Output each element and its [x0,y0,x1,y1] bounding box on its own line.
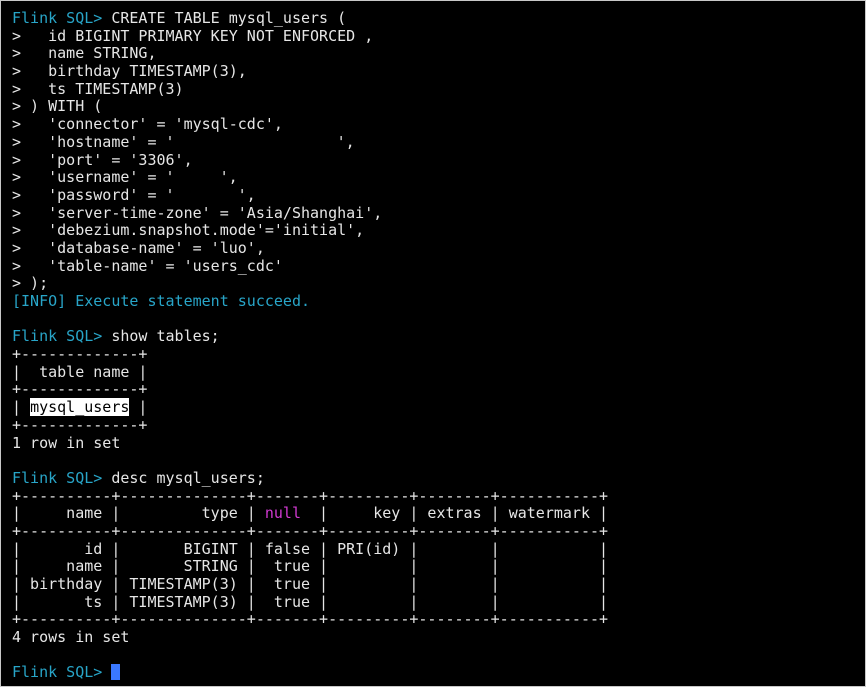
terminal-line: +----------+--------------+-------+-----… [12,521,609,541]
terminal-line: +----------+--------------+-------+-----… [12,611,608,629]
line-text: ', [219,168,238,187]
terminal-line: | birthday | TIMESTAMP(3) | true | | | | [12,575,609,594]
line-text: +----------+--------------+-------+-----… [12,486,609,505]
line-text: | name | type | [12,504,265,523]
line-text: > id BIGINT PRIMARY KEY NOT ENFORCED , [12,26,374,45]
line-text: 1 row in set [12,433,121,452]
terminal-line: > 'hostname' = ' ', [12,132,608,152]
prompt-label: Flink SQL> [12,327,103,346]
line-text [102,663,111,681]
line-text: ', [336,132,355,151]
line-text: > 'connector' = 'mysql-cdc', [12,115,283,134]
line-text: > name STRING, [12,44,157,63]
terminal-line: | ts | TIMESTAMP(3) | true | | | | [12,592,609,612]
terminal-line: > 'connector' = 'mysql-cdc', [12,115,608,134]
terminal-line: Flink SQL> desc mysql_users; [12,468,608,488]
line-text: | name | STRING | true | | | | [12,557,609,576]
terminal-line: 1 row in set [12,433,608,453]
terminal-line: > birthday TIMESTAMP(3), [12,62,608,81]
line-text: desc mysql_users; [102,468,265,487]
line-text: > 'table-name' = 'users_cdc' [12,256,283,275]
terminal-line: | name | STRING | true | | | | [12,557,609,576]
terminal-line: > ts TIMESTAMP(3) [12,79,608,99]
line-text: > 'server-time-zone' = 'Asia/Shanghai', [12,203,383,222]
prompt-label: Flink SQL> [12,9,103,27]
terminal-line: | id | BIGINT | false | PRI(id) | | | [12,539,609,559]
terminal-line: > 'username' = ' ', [12,168,608,187]
terminal-line: > id BIGINT PRIMARY KEY NOT ENFORCED , [12,26,608,46]
line-text: +-------------+ [12,380,148,399]
line-text: show tables; [102,327,220,346]
line-text: +----------+--------------+-------+-----… [12,610,609,629]
terminal-line: | table name | [12,362,608,382]
line-text: +-------------+ [12,345,148,364]
text-cursor [111,664,121,681]
line-text: | ts | TIMESTAMP(3) | true | | | | [12,592,609,611]
prompt-label: Flink SQL> [12,468,103,487]
line-text: | id | BIGINT | false | PRI(id) | | | [12,539,609,558]
line-text: > 'username' = ' [12,168,175,187]
line-text: > ); [12,274,49,293]
terminal-line: > 'password' = ' ', [12,185,608,205]
line-text: > 'hostname' = ' [12,132,175,151]
redacted-value [174,187,238,202]
selected-text: mysql_users [30,398,130,417]
terminal-line: +-------------+ [12,345,608,364]
info-message: [INFO] Execute statement succeed. [12,292,311,310]
line-text: > 'debezium.snapshot.mode'='initial', [12,221,365,240]
terminal-window[interactable]: Flink SQL> CREATE TABLE mysql_users (> i… [0,0,866,687]
terminal-line: +-------------+ [12,415,608,435]
terminal-line: > ) WITH ( [12,98,608,116]
terminal-line: [INFO] Execute statement succeed. [12,292,608,311]
terminal-line: > 'database-name' = 'luo', [12,238,608,258]
redacted-value [174,134,337,149]
line-text: | table name | [12,362,148,381]
terminal-line: | name | type | null | key | extras | wa… [12,504,609,523]
terminal-line: > ); [12,274,608,293]
line-text: | [129,398,148,417]
null-column-header: null [264,504,301,523]
terminal-line: > 'server-time-zone' = 'Asia/Shanghai', [12,203,608,223]
terminal-line: Flink SQL> CREATE TABLE mysql_users ( [12,9,608,28]
line-text: > birthday TIMESTAMP(3), [12,62,247,81]
line-text: | [12,398,31,417]
line-text: 4 rows in set [12,628,130,647]
line-text: > 'password' = ' [12,185,175,204]
terminal-line: Flink SQL> [12,664,608,682]
terminal-line: | mysql_users | [12,398,608,417]
terminal-line: 4 rows in set [12,628,608,647]
terminal-line: > 'table-name' = 'users_cdc' [12,256,608,276]
prompt-label: Flink SQL> [12,663,103,682]
line-text: | birthday | TIMESTAMP(3) | true | | | | [12,575,609,593]
line-text: > 'port' = '3306', [12,150,193,169]
line-text: +-------------+ [12,415,148,434]
line-text: > ) WITH ( [12,97,103,116]
line-text: +----------+--------------+-------+-----… [12,521,609,540]
line-text: CREATE TABLE mysql_users ( [102,9,347,27]
redacted-value [174,170,220,185]
terminal-line: Flink SQL> show tables; [12,328,608,346]
terminal-line: > name STRING, [12,45,608,63]
line-text: | key | extras | watermark | [301,504,609,523]
terminal-line: > 'port' = '3306', [12,150,608,170]
terminal-line: > 'debezium.snapshot.mode'='initial', [12,221,608,240]
line-text: > 'database-name' = 'luo', [12,238,265,257]
terminal-line: +----------+--------------+-------+-----… [12,486,609,506]
terminal-line: +-------------+ [12,381,608,399]
terminal-output: Flink SQL> CREATE TABLE mysql_users (> i… [12,9,609,682]
line-text: ', [237,185,256,204]
line-text: > ts TIMESTAMP(3) [12,79,184,98]
